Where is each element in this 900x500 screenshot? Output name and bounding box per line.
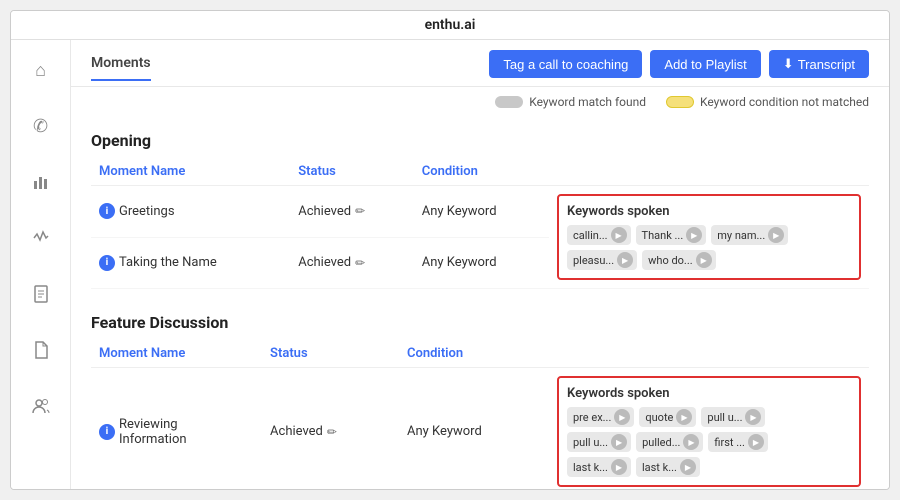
col-condition: Condition bbox=[414, 158, 549, 186]
keyword-chip: pull u... ▶ bbox=[567, 432, 631, 452]
keywords-row-greetings: callin... ▶ Thank ... ▶ bbox=[567, 225, 851, 245]
keywords-row-taking: pleasu... ▶ who do... ▶ bbox=[567, 250, 851, 270]
feature-table: Moment Name Status Condition i bbox=[91, 340, 869, 489]
play-button[interactable]: ▶ bbox=[617, 252, 633, 268]
section-feature-discussion: Feature Discussion Moment Name Status Co… bbox=[91, 313, 869, 489]
section-feature-title: Feature Discussion bbox=[91, 313, 869, 332]
condition-reviewing: Any Keyword bbox=[399, 368, 549, 490]
edit-icon-taking[interactable]: ✏ bbox=[355, 256, 365, 270]
sidebar: ⌂ ✆ bbox=[11, 40, 71, 489]
legend: Keyword match found Keyword condition no… bbox=[71, 87, 889, 117]
status-greetings: Achieved ✏ bbox=[290, 186, 414, 238]
section-opening: Opening Moment Name Status Condition bbox=[91, 131, 869, 289]
keywords-box-feature: Keywords spoken pre ex... ▶ quote bbox=[557, 376, 861, 487]
legend-match-dot bbox=[495, 96, 523, 108]
col-status: Status bbox=[290, 158, 414, 186]
play-button[interactable]: ▶ bbox=[680, 459, 696, 475]
col-status-feat: Status bbox=[262, 340, 399, 368]
info-icon-reviewing: i bbox=[99, 424, 115, 440]
keywords-box-opening-title: Keywords spoken bbox=[567, 204, 851, 219]
play-button[interactable]: ▶ bbox=[768, 227, 784, 243]
play-button[interactable]: ▶ bbox=[748, 434, 764, 450]
keyword-chip: quote ▶ bbox=[639, 407, 696, 427]
main-content: Moments Tag a call to coaching Add to Pl… bbox=[71, 40, 889, 489]
edit-icon-greetings[interactable]: ✏ bbox=[355, 204, 365, 218]
col-keywords-feat bbox=[549, 340, 869, 368]
play-button[interactable]: ▶ bbox=[611, 434, 627, 450]
keyword-chip: pull u... ▶ bbox=[701, 407, 765, 427]
col-moment-name: Moment Name bbox=[91, 158, 290, 186]
transcript-button[interactable]: ⬇ Transcript bbox=[769, 50, 869, 78]
play-button[interactable]: ▶ bbox=[686, 227, 702, 243]
file-icon[interactable] bbox=[23, 332, 59, 368]
keyword-chip: my nam... ▶ bbox=[711, 225, 788, 245]
tab-moments[interactable]: Moments bbox=[91, 55, 151, 81]
home-icon[interactable]: ⌂ bbox=[23, 52, 59, 88]
info-icon-greetings: i bbox=[99, 203, 115, 219]
play-button[interactable]: ▶ bbox=[614, 409, 630, 425]
legend-match-label: Keyword match found bbox=[529, 95, 646, 109]
play-button[interactable]: ▶ bbox=[676, 409, 692, 425]
keyword-chip: last k... ▶ bbox=[636, 457, 700, 477]
legend-match: Keyword match found bbox=[495, 95, 646, 109]
keywords-row-3: last k... ▶ last k... ▶ bbox=[567, 457, 851, 477]
col-keywords-spoken bbox=[549, 158, 869, 186]
tag-coaching-button[interactable]: Tag a call to coaching bbox=[489, 50, 642, 78]
activity-icon[interactable] bbox=[23, 220, 59, 256]
keywords-row-1: pre ex... ▶ quote ▶ bbox=[567, 407, 851, 427]
moment-name-greetings: i Greetings bbox=[91, 186, 290, 238]
col-condition-feat: Condition bbox=[399, 340, 549, 368]
add-playlist-button[interactable]: Add to Playlist bbox=[650, 50, 760, 78]
download-icon: ⬇ bbox=[783, 56, 794, 72]
legend-not-matched-dot bbox=[666, 96, 694, 108]
chart-icon[interactable] bbox=[23, 164, 59, 200]
keywords-row-2: pull u... ▶ pulled... ▶ bbox=[567, 432, 851, 452]
moment-name-reviewing: i ReviewingInformation bbox=[91, 368, 262, 490]
content-area: Opening Moment Name Status Condition bbox=[71, 117, 889, 489]
play-button[interactable]: ▶ bbox=[745, 409, 761, 425]
document-icon[interactable] bbox=[23, 276, 59, 312]
app-body: ⌂ ✆ bbox=[11, 40, 889, 489]
play-button[interactable]: ▶ bbox=[611, 227, 627, 243]
table-row: i Greetings Achieved ✏ bbox=[91, 186, 869, 238]
legend-not-matched-label: Keyword condition not matched bbox=[700, 95, 869, 109]
keyword-chip: first ... ▶ bbox=[708, 432, 768, 452]
keywords-greetings: Keywords spoken callin... ▶ Thank ... bbox=[549, 186, 869, 289]
play-button[interactable]: ▶ bbox=[611, 459, 627, 475]
keyword-chip: pre ex... ▶ bbox=[567, 407, 634, 427]
phone-icon[interactable]: ✆ bbox=[23, 108, 59, 144]
top-actions: Tag a call to coaching Add to Playlist ⬇… bbox=[489, 50, 869, 86]
keywords-box-feature-title: Keywords spoken bbox=[567, 386, 851, 401]
play-button[interactable]: ▶ bbox=[683, 434, 699, 450]
keyword-chip: pleasu... ▶ bbox=[567, 250, 637, 270]
status-reviewing: Achieved ✏ bbox=[262, 368, 399, 490]
title-bar: enthu.ai bbox=[11, 11, 889, 40]
legend-not-matched: Keyword condition not matched bbox=[666, 95, 869, 109]
moment-name-taking: i Taking the Name bbox=[91, 237, 290, 289]
top-bar: Moments Tag a call to coaching Add to Pl… bbox=[71, 40, 889, 87]
condition-taking: Any Keyword bbox=[414, 237, 549, 289]
info-icon-taking: i bbox=[99, 255, 115, 271]
section-opening-title: Opening bbox=[91, 131, 869, 150]
col-moment-name-feat: Moment Name bbox=[91, 340, 262, 368]
edit-icon-reviewing[interactable]: ✏ bbox=[327, 425, 337, 439]
keywords-box-opening: Keywords spoken callin... ▶ Thank ... bbox=[557, 194, 861, 280]
keywords-reviewing: Keywords spoken pre ex... ▶ quote bbox=[549, 368, 869, 490]
keyword-chip: who do... ▶ bbox=[642, 250, 716, 270]
keyword-chip: callin... ▶ bbox=[567, 225, 631, 245]
keyword-chip: Thank ... ▶ bbox=[636, 225, 707, 245]
status-taking: Achieved ✏ bbox=[290, 237, 414, 289]
app-window: enthu.ai ⌂ ✆ bbox=[10, 10, 890, 490]
play-button[interactable]: ▶ bbox=[696, 252, 712, 268]
table-row: i ReviewingInformation Achieved ✏ bbox=[91, 368, 869, 490]
keyword-chip: last k... ▶ bbox=[567, 457, 631, 477]
opening-table: Moment Name Status Condition bbox=[91, 158, 869, 289]
condition-greetings: Any Keyword bbox=[414, 186, 549, 238]
users-icon[interactable] bbox=[23, 388, 59, 424]
app-title: enthu.ai bbox=[425, 17, 476, 33]
keyword-chip: pulled... ▶ bbox=[636, 432, 703, 452]
